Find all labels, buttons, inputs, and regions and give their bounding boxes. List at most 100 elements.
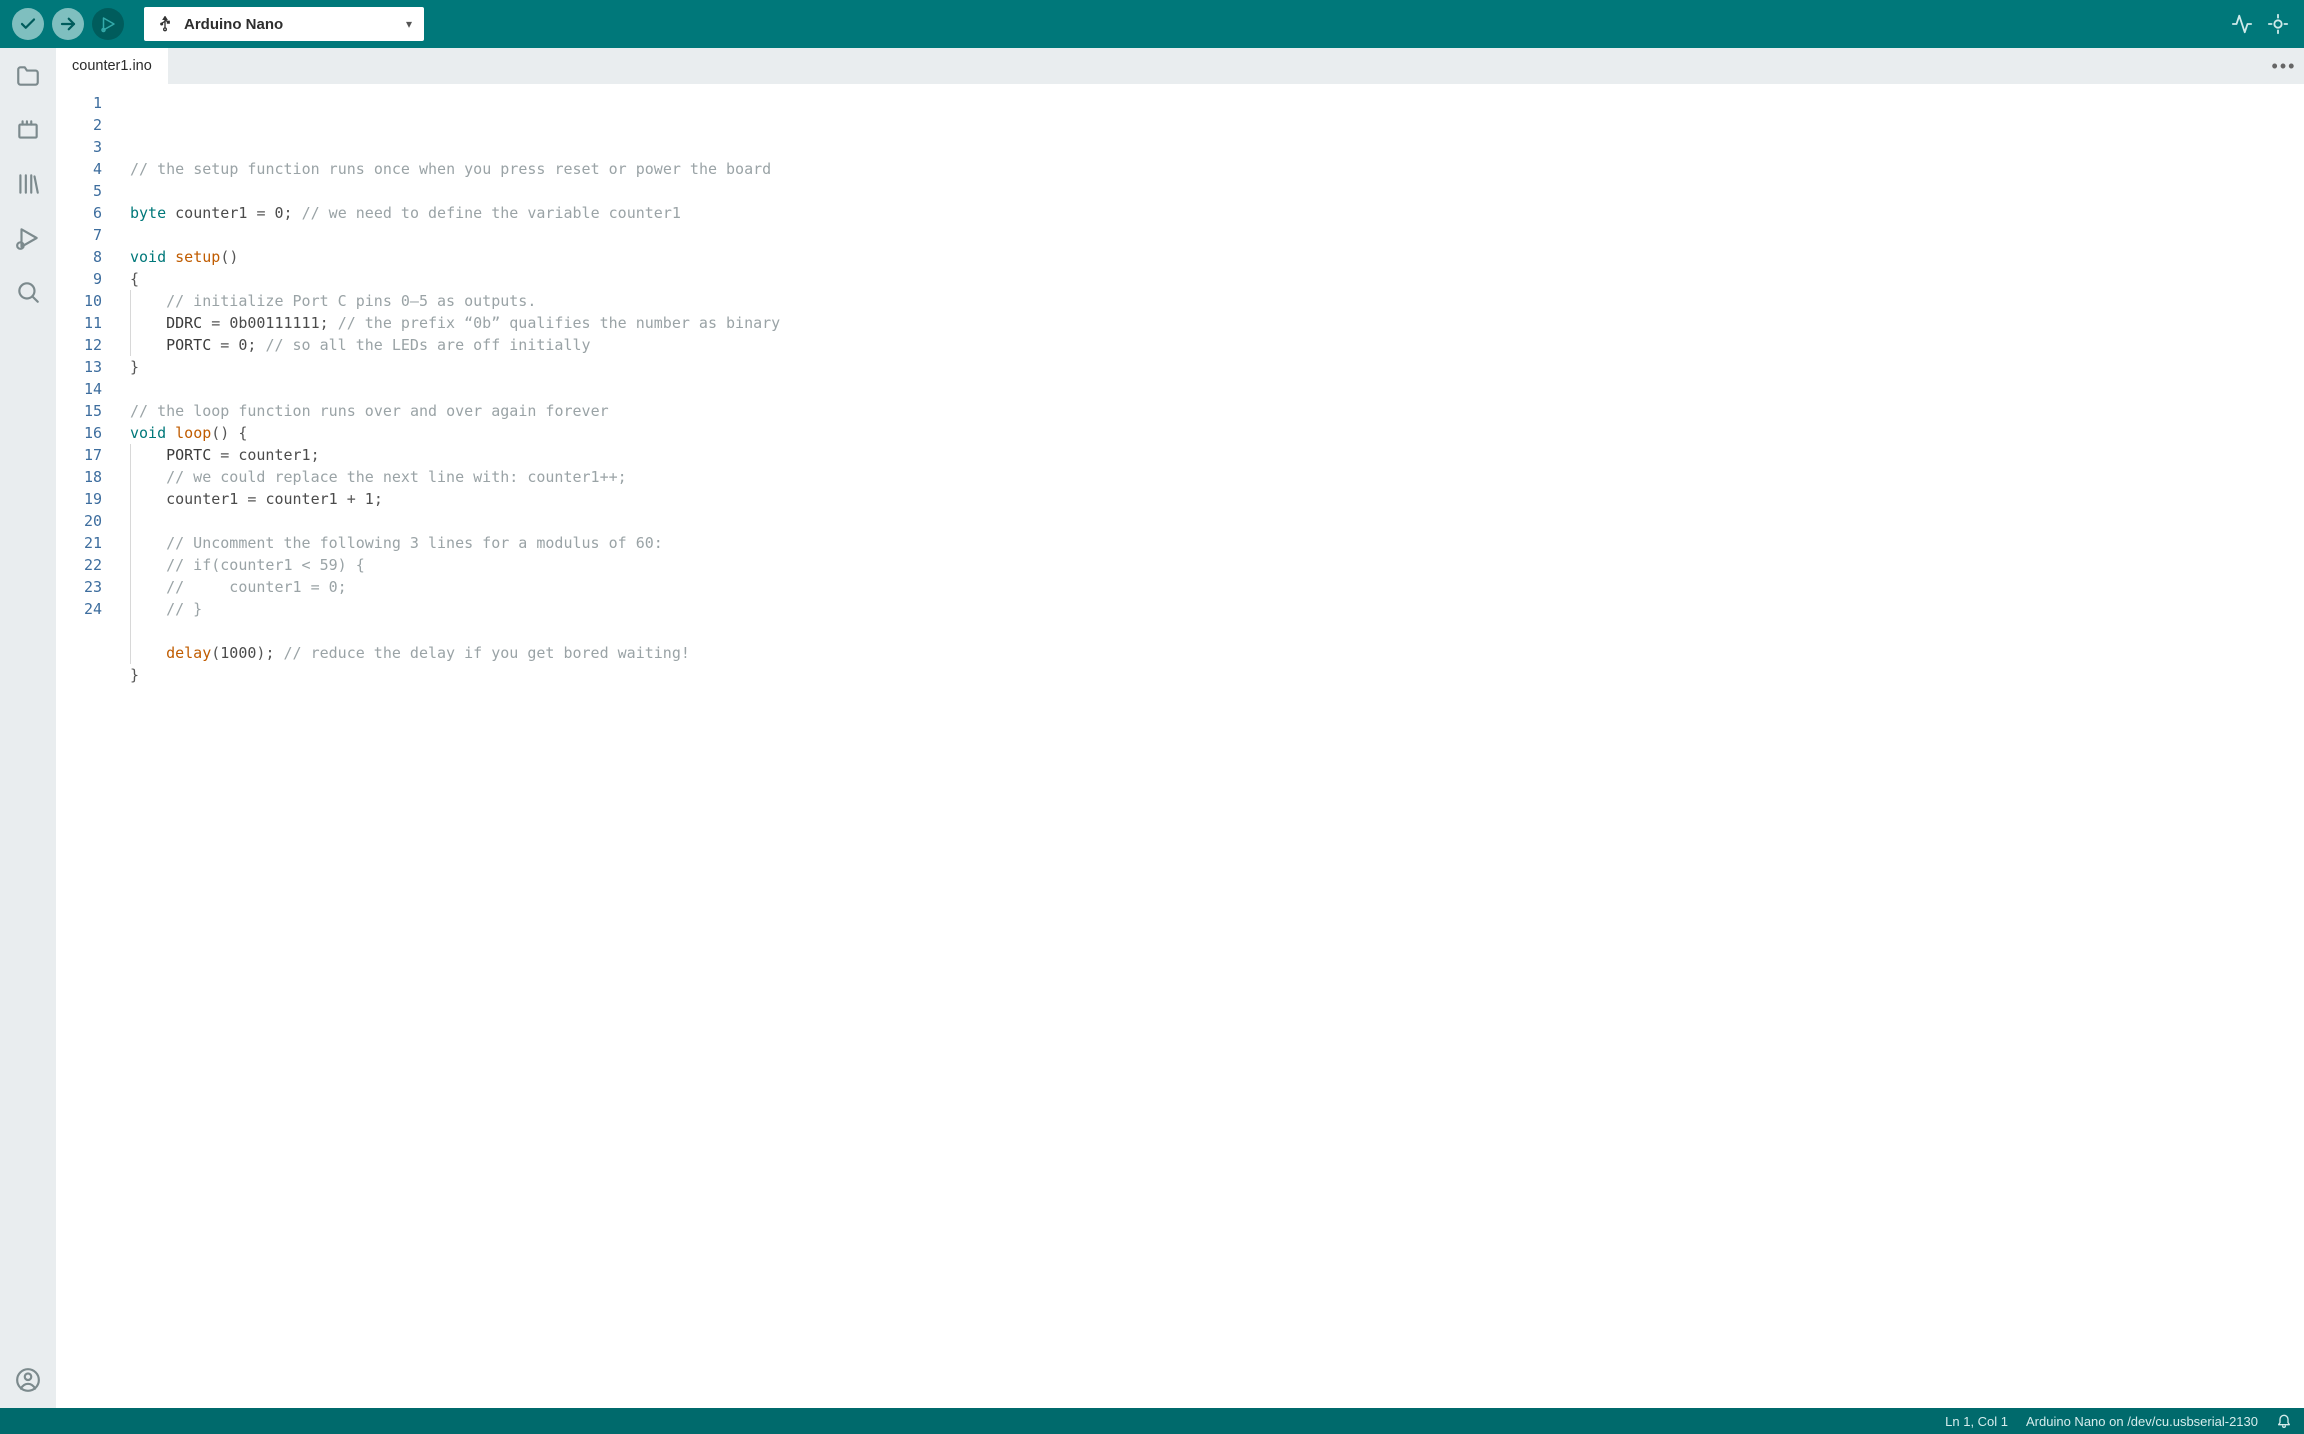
tab-overflow-button[interactable]: •••	[2264, 48, 2304, 84]
board-selector[interactable]: Arduino Nano ▾	[144, 7, 424, 41]
code-line[interactable]: PORTC = 0; // so all the LEDs are off in…	[130, 334, 2304, 356]
status-bar: Ln 1, Col 1 Arduino Nano on /dev/cu.usbs…	[0, 1408, 2304, 1434]
indent-guide	[130, 554, 139, 576]
code-token	[256, 334, 265, 356]
code-editor[interactable]: 123456789101112131415161718192021222324 …	[56, 84, 2304, 1408]
board-port-info[interactable]: Arduino Nano on /dev/cu.usbserial-2130	[2026, 1414, 2258, 1429]
code-token: PORTC	[166, 444, 211, 466]
code-token	[166, 422, 175, 444]
code-line[interactable]: void setup()	[130, 246, 2304, 268]
line-number: 21	[56, 532, 102, 554]
code-token: loop	[175, 422, 211, 444]
code-token: =	[220, 334, 229, 356]
code-line[interactable]: byte counter1 = 0; // we need to define …	[130, 202, 2304, 224]
code-token: ;	[374, 488, 383, 510]
code-token: PORTC	[166, 334, 211, 356]
line-number: 17	[56, 444, 102, 466]
code-token: void	[130, 422, 166, 444]
code-token: =	[220, 444, 229, 466]
code-line[interactable]: // the loop function runs over and over …	[130, 400, 2304, 422]
code-token	[238, 488, 247, 510]
serial-monitor-icon	[2267, 13, 2289, 35]
code-token: {	[130, 268, 139, 290]
upload-button[interactable]	[52, 8, 84, 40]
code-line[interactable]: // counter1 = 0;	[130, 576, 2304, 598]
serial-monitor-button[interactable]	[2264, 10, 2292, 38]
code-token: ;	[284, 202, 293, 224]
code-line[interactable]	[130, 224, 2304, 246]
code-line[interactable]	[130, 510, 2304, 532]
code-line[interactable]: PORTC = counter1;	[130, 444, 2304, 466]
code-line[interactable]: counter1 = counter1 + 1;	[130, 488, 2304, 510]
line-number: 3	[56, 136, 102, 158]
code-token: 0b00111111	[229, 312, 319, 334]
code-token: // }	[166, 598, 202, 620]
code-line[interactable]: // }	[130, 598, 2304, 620]
code-token: counter1	[265, 488, 337, 510]
library-manager-button[interactable]	[12, 168, 44, 200]
code-line[interactable]: }	[130, 664, 2304, 686]
ellipsis-icon: •••	[2272, 56, 2297, 77]
code-token: setup	[175, 246, 220, 268]
serial-plotter-button[interactable]	[2228, 10, 2256, 38]
indent-guide	[130, 466, 139, 488]
line-number: 15	[56, 400, 102, 422]
debug-panel-button[interactable]	[12, 222, 44, 254]
debug-icon	[15, 225, 41, 251]
usb-icon	[156, 15, 174, 33]
tab-file[interactable]: counter1.ino	[56, 48, 169, 84]
code-line[interactable]	[130, 378, 2304, 400]
code-line[interactable]: // if(counter1 < 59) {	[130, 554, 2304, 576]
code-line[interactable]: DDRC = 0b00111111; // the prefix “0b” qu…	[130, 312, 2304, 334]
notifications-button[interactable]	[2276, 1412, 2292, 1431]
search-panel-button[interactable]	[12, 276, 44, 308]
library-icon	[15, 171, 41, 197]
code-line[interactable]: void loop() {	[130, 422, 2304, 444]
code-line[interactable]: // we could replace the next line with: …	[130, 466, 2304, 488]
activity-bar	[0, 48, 56, 1408]
code-token: ;	[311, 444, 320, 466]
line-number: 2	[56, 114, 102, 136]
check-icon	[19, 15, 37, 33]
code-token: // the loop function runs over and over …	[130, 400, 609, 422]
line-number: 5	[56, 180, 102, 202]
code-line[interactable]: {	[130, 268, 2304, 290]
code-token: 1	[365, 488, 374, 510]
pulse-icon	[2231, 13, 2253, 35]
account-button[interactable]	[12, 1364, 44, 1396]
verify-button[interactable]	[12, 8, 44, 40]
sketchbook-button[interactable]	[12, 60, 44, 92]
code-line[interactable]: // the setup function runs once when you…	[130, 158, 2304, 180]
top-toolbar: Arduino Nano ▾	[0, 0, 2304, 48]
line-number: 11	[56, 312, 102, 334]
arrow-right-icon	[59, 15, 77, 33]
code-line[interactable]: // initialize Port C pins 0–5 as outputs…	[130, 290, 2304, 312]
line-number: 23	[56, 576, 102, 598]
boards-manager-button[interactable]	[12, 114, 44, 146]
code-line[interactable]: delay(1000); // reduce the delay if you …	[130, 642, 2304, 664]
debug-button[interactable]	[92, 8, 124, 40]
chevron-down-icon: ▾	[406, 17, 412, 31]
indent-guide	[130, 290, 139, 312]
indent-guide	[130, 444, 139, 466]
line-number: 9	[56, 268, 102, 290]
code-line[interactable]: // Uncomment the following 3 lines for a…	[130, 532, 2304, 554]
board-selector-label: Arduino Nano	[184, 16, 396, 33]
code-token: // we need to define the variable counte…	[302, 202, 681, 224]
code-line[interactable]	[130, 620, 2304, 642]
cursor-position[interactable]: Ln 1, Col 1	[1945, 1414, 2008, 1429]
code-content[interactable]: // the setup function runs once when you…	[112, 84, 2304, 1408]
code-token: ()	[220, 246, 238, 268]
code-token: )	[256, 642, 265, 664]
code-token: // the setup function runs once when you…	[130, 158, 771, 180]
code-token	[265, 202, 274, 224]
user-icon	[15, 1367, 41, 1393]
code-token: // if(counter1 < 59) {	[166, 554, 365, 576]
bell-icon	[2276, 1412, 2292, 1428]
code-token: ;	[247, 334, 256, 356]
line-number: 6	[56, 202, 102, 224]
code-line[interactable]	[130, 180, 2304, 202]
code-token: 0	[275, 202, 284, 224]
code-line[interactable]: }	[130, 356, 2304, 378]
indent-guide	[130, 576, 139, 598]
